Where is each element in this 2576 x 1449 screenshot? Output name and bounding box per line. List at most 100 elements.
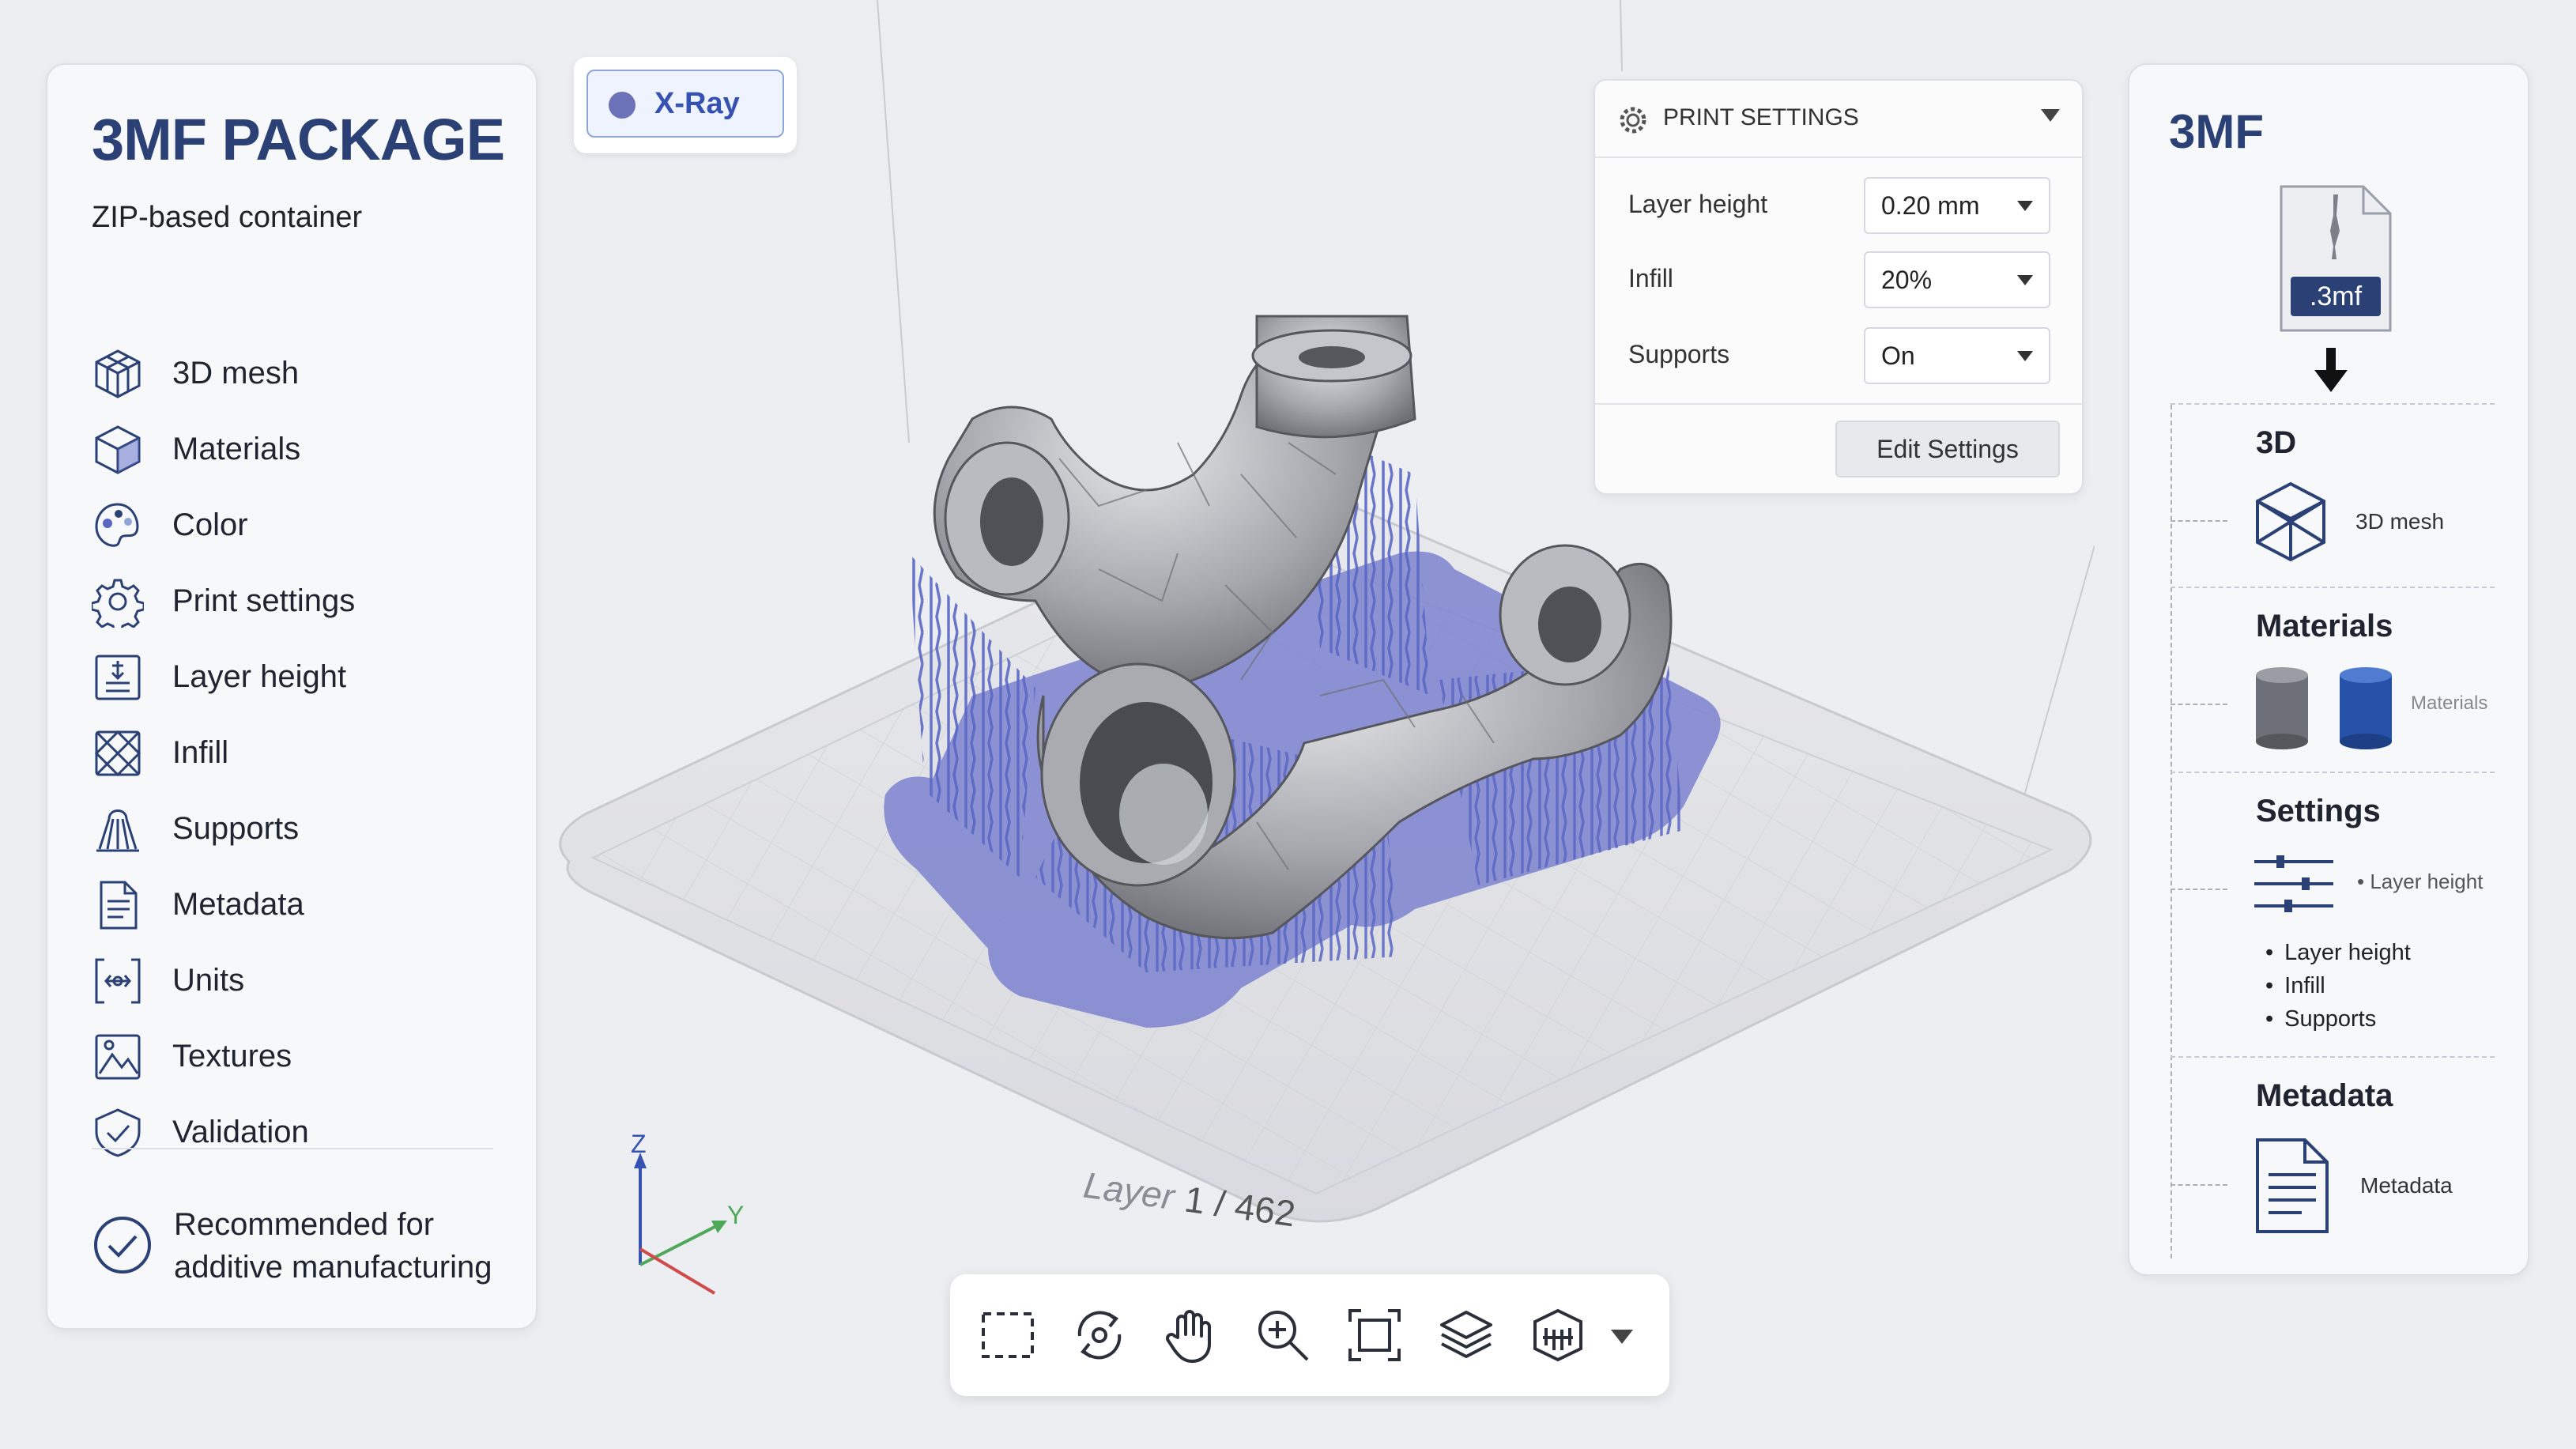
layer-height-select[interactable]: 0.20 mm: [1864, 177, 2050, 234]
xray-label: X-Ray: [654, 87, 740, 120]
infill-icon: [94, 730, 141, 777]
feature-label: Units: [172, 963, 245, 998]
section-caption: Metadata: [2360, 1173, 2453, 1198]
recommend-line-2: additive manufacturing: [174, 1250, 492, 1285]
chevron-down-icon: [2017, 351, 2033, 361]
chevron-down-icon[interactable]: [2041, 109, 2060, 122]
cube-mesh-icon: [95, 349, 141, 398]
document-icon: [100, 881, 138, 930]
divider: [1595, 403, 2082, 405]
check-circle-icon: [94, 1217, 151, 1274]
section-heading: 3D: [2256, 425, 2297, 460]
package-subtitle: ZIP-based container: [92, 201, 363, 234]
feature-metadata[interactable]: Metadata: [92, 874, 519, 938]
feature-label: Metadata: [172, 887, 304, 922]
document-icon: [2256, 1138, 2329, 1233]
package-panel: 3MF PACKAGE ZIP-based container 3D mesh …: [46, 63, 537, 1330]
feature-validation[interactable]: Validation: [92, 1102, 519, 1165]
material-box-icon: [95, 425, 141, 474]
print-settings-panel: PRINT SETTINGS Layer height 0.20 mm Infi…: [1593, 79, 2084, 495]
print-settings-header[interactable]: PRINT SETTINGS: [1595, 81, 2082, 158]
setting-label: Supports: [1628, 340, 1730, 368]
section-heading: Materials: [2256, 609, 2393, 643]
setting-label: Layer height: [1628, 190, 1768, 218]
xray-toggle-container: X-Ray: [574, 57, 797, 153]
gear-icon: [92, 579, 144, 628]
section-caption: Materials: [2411, 692, 2488, 714]
rotate-icon[interactable]: [1070, 1306, 1129, 1364]
setting-row-layer-height: Layer height 0.20 mm: [1595, 174, 2082, 237]
layers-icon[interactable]: [1437, 1306, 1495, 1364]
section-heading: Metadata: [2256, 1078, 2393, 1113]
section-materials: Materials Materials: [2171, 587, 2495, 773]
cube-mesh-icon: [2256, 481, 2325, 562]
xray-toggle-button[interactable]: X-Ray: [586, 70, 784, 138]
feature-label: Layer height: [172, 659, 347, 694]
supports-icon: [96, 809, 139, 852]
chevron-down-icon[interactable]: [1611, 1330, 1633, 1344]
divider: [92, 1148, 493, 1149]
feature-label: 3D mesh: [172, 356, 300, 391]
supports-select[interactable]: On: [1864, 327, 2050, 384]
section-caption: • Layer height: [2357, 870, 2484, 893]
section-heading: Settings: [2256, 794, 2381, 828]
viewport-toolbar: [950, 1274, 1669, 1396]
list-item: Layer height: [2265, 936, 2411, 969]
gear-icon: [1620, 107, 1646, 134]
units-icon: [95, 958, 141, 1004]
fit-view-icon[interactable]: [1345, 1306, 1404, 1364]
feature-textures[interactable]: Textures: [92, 1026, 519, 1089]
shield-check-icon: [95, 1108, 141, 1157]
feature-color[interactable]: Color: [92, 495, 519, 558]
slice-view-icon[interactable]: [1529, 1306, 1587, 1364]
layer-height-icon: [95, 655, 141, 700]
feature-label: Textures: [172, 1039, 292, 1074]
chevron-down-icon: [2017, 201, 2033, 211]
feature-supports[interactable]: Supports: [92, 798, 519, 862]
feature-layer-height[interactable]: Layer height: [92, 647, 519, 710]
3mf-file-icon: .3mf: [2280, 185, 2392, 332]
recommendation-note: Recommended for additive manufacturing: [92, 1203, 519, 1306]
material-cylinder-gray-icon: [2256, 667, 2308, 749]
settings-list: Layer height Infill Supports: [2265, 936, 2411, 1036]
file-extension: .3mf: [2310, 281, 2363, 311]
material-cylinder-blue-icon: [2340, 667, 2392, 749]
box-select-icon[interactable]: [979, 1306, 1037, 1364]
edit-settings-button[interactable]: Edit Settings: [1835, 421, 2060, 477]
feature-label: Print settings: [172, 583, 356, 618]
feature-label: Infill: [172, 735, 229, 770]
feature-infill[interactable]: Infill: [92, 723, 519, 786]
setting-row-supports: Supports On: [1595, 324, 2082, 387]
setting-label: Infill: [1628, 264, 1673, 292]
feature-print-settings[interactable]: Print settings: [92, 571, 519, 634]
pan-hand-icon[interactable]: [1162, 1306, 1220, 1364]
axis-z-label: Z: [631, 1130, 647, 1158]
palette-icon: [95, 503, 139, 547]
section-settings: Settings • Layer height Layer height Inf…: [2171, 772, 2495, 1058]
feature-units[interactable]: Units: [92, 950, 519, 1013]
section-caption: 3D mesh: [2355, 509, 2445, 534]
feature-label: Supports: [172, 811, 300, 846]
infill-select[interactable]: 20%: [1864, 251, 2050, 308]
feature-3d-mesh[interactable]: 3D mesh: [92, 343, 519, 406]
list-item: Supports: [2265, 1002, 2411, 1036]
section-3d: 3D 3D mesh: [2171, 403, 2495, 588]
print-settings-title: PRINT SETTINGS: [1663, 104, 1859, 130]
setting-row-infill: Infill 20%: [1595, 248, 2082, 311]
chevron-down-icon: [2017, 275, 2033, 285]
list-item: Infill: [2265, 969, 2411, 1002]
recommend-line-1: Recommended for: [174, 1207, 435, 1242]
section-metadata: Metadata Metadata: [2171, 1056, 2495, 1255]
arrow-down-icon: [2314, 348, 2348, 392]
feature-label: Color: [172, 508, 248, 542]
textures-icon: [95, 1034, 141, 1080]
zoom-in-icon[interactable]: [1254, 1306, 1312, 1364]
package-title: 3MF PACKAGE: [92, 107, 505, 172]
feature-materials[interactable]: Materials: [92, 419, 519, 482]
sliders-icon: [2254, 855, 2333, 912]
structure-title: 3MF: [2169, 105, 2264, 158]
feature-label: Materials: [172, 432, 301, 466]
3mf-structure-panel: 3MF .3mf 3D 3D mesh Materials Materials …: [2128, 63, 2529, 1276]
axis-y-label: Y: [727, 1201, 744, 1229]
axis-gizmo: Z Y X: [631, 1130, 744, 1295]
